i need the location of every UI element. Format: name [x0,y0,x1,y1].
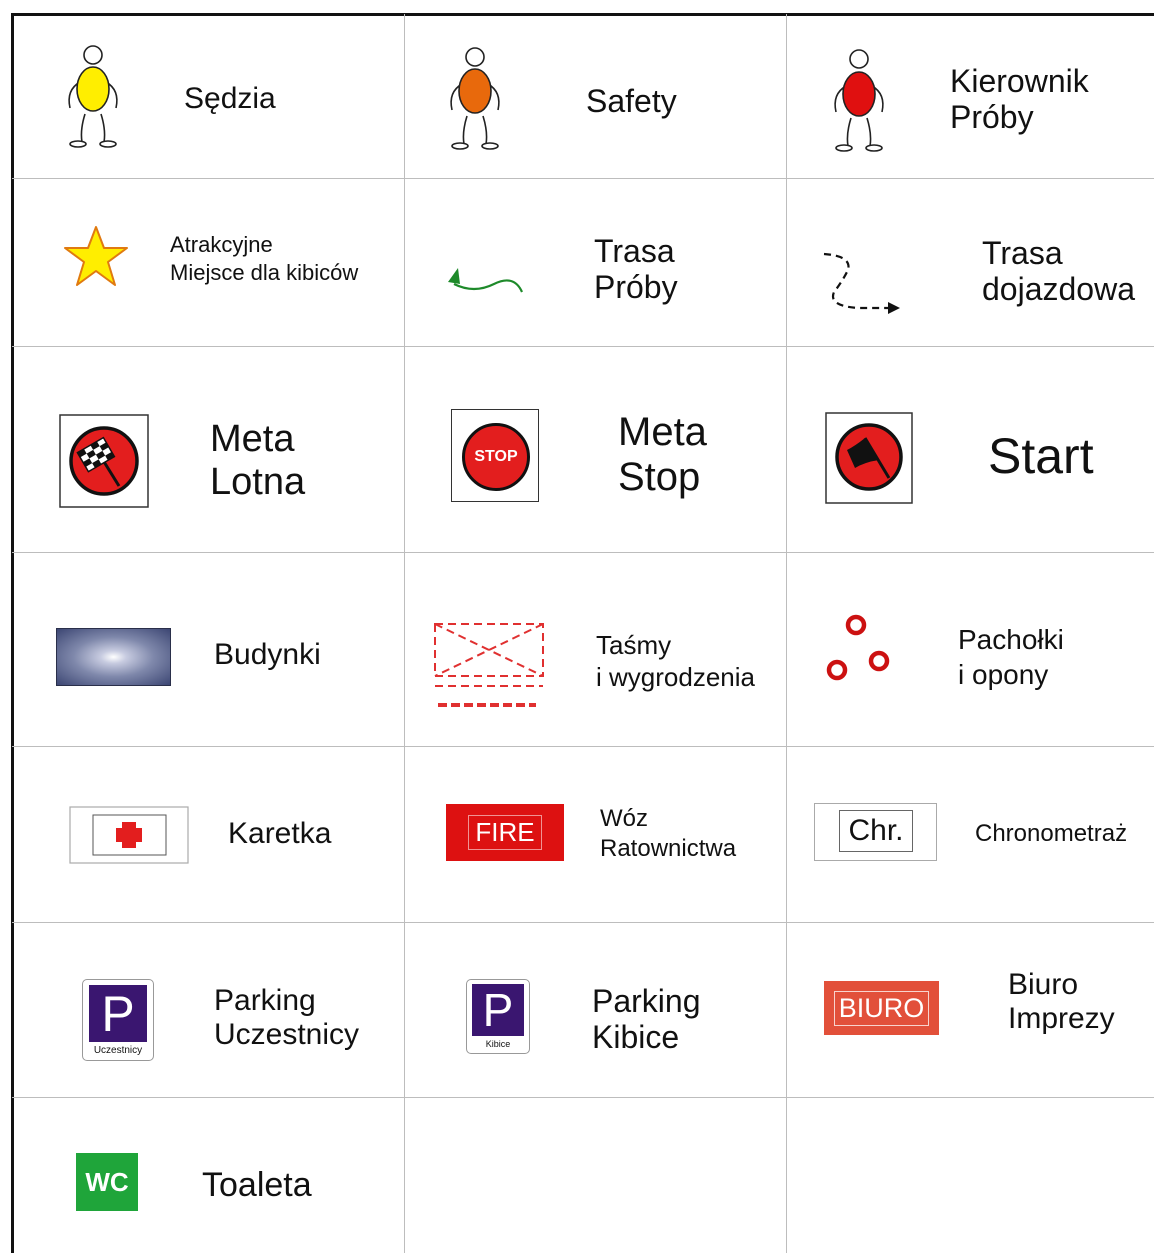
chrono-sign-icon: Chr. [814,803,937,861]
legend-label: Atrakcyjne Miejsce dla kibiców [170,232,359,285]
parking-sign-letter: P [101,985,135,1042]
legend-label: Kierownik Próby [950,63,1089,135]
ambulance-cross-icon [69,806,189,864]
grid-line-horizontal [12,178,1154,179]
legend-label: Parking Kibice [592,983,701,1055]
legend-label: Sędzia [184,82,276,115]
grid-line-horizontal [12,922,1154,923]
wc-sign-icon: WC [76,1153,138,1211]
legend-label: Meta Stop [618,410,707,499]
fire-sign-text: FIRE [475,817,535,847]
parking-sign-caption: Uczestnicy [93,1045,143,1056]
start-flag-sign-icon [825,412,913,504]
legend-grid: Sędzia Safety Kierownik Próby Atrakcyjne… [0,0,1154,1253]
legend-label: Meta Lotna [210,418,306,503]
stop-sign-text: STOP [474,448,518,465]
parking-participants-icon: P Uczestnicy [82,979,154,1061]
legend-label: Trasa Próby [594,233,678,305]
cones-icon [826,614,890,681]
fire-sign-icon: FIRE [446,804,564,861]
legend-label: Karetka [228,817,332,850]
legend-label: Trasa dojazdowa [982,235,1135,307]
building-icon [56,628,171,686]
grid-line-vertical [404,14,405,1253]
biuro-sign-inner: BIURO [833,990,930,1026]
person-red-icon [834,49,884,152]
parking-sign-square: P [472,984,524,1036]
chrono-sign-text: Chr. [848,814,904,847]
legend-label: Pachołki i opony [958,624,1064,690]
legend-label: Safety [586,83,677,119]
grid-frame-left [11,13,14,1253]
grid-frame-top [11,13,1154,16]
grid-line-horizontal [12,1097,1154,1098]
chrono-sign-inner: Chr. [839,810,913,852]
grid-line-vertical [786,14,787,1253]
parking-sign-caption: Kibice [485,1039,511,1049]
legend-label: Toaleta [202,1166,312,1204]
star-icon [64,226,128,286]
wc-sign-text: WC [85,1166,129,1197]
fire-sign-inner: FIRE [468,815,542,850]
legend-label: Start [988,428,1094,484]
green-route-arrow-icon [448,268,524,293]
biuro-sign-icon: BIURO [824,981,939,1035]
legend-label: Wóz Ratownictwa [600,805,737,862]
legend-label: Chronometraż [975,820,1128,847]
legend-label: Parking Uczestnicy [214,984,360,1051]
grid-line-horizontal [12,552,1154,553]
parking-sign-square: P [89,985,147,1042]
biuro-sign-text: BIURO [838,992,925,1023]
legend-label: Biuro Imprezy [1008,968,1115,1035]
tape-barrier-icon [434,623,544,707]
parking-sign-letter: P [482,984,514,1036]
legend-label: Budynki [214,638,321,671]
stop-sign-icon: STOP [451,409,539,502]
legend-label: Taśmy i wygrodzenia [596,630,755,692]
person-yellow-icon [68,45,118,148]
person-orange-icon [450,47,500,150]
stop-sign-disc: STOP [462,423,530,491]
grid-line-horizontal [12,746,1154,747]
parking-spectators-icon: P Kibice [466,979,530,1054]
dashed-route-arrow-icon [823,252,900,314]
grid-line-horizontal [12,346,1154,347]
checkered-flag-sign-icon [59,414,149,508]
